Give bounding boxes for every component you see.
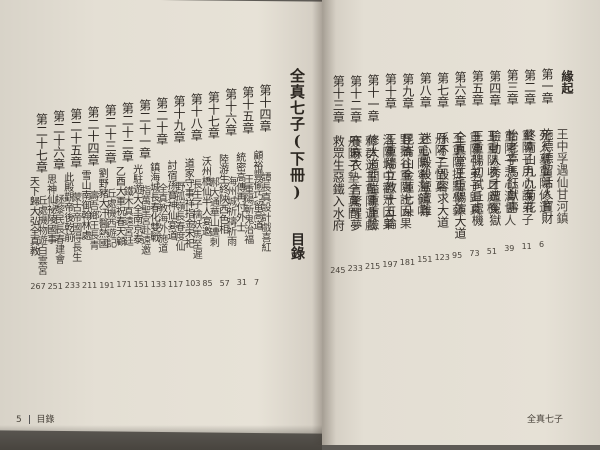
footer-right: 全真七子: [527, 412, 563, 425]
book-title-text: 全真七子: [288, 68, 306, 132]
toc-subtitle: 丹陽子墊全真門: [346, 135, 361, 220]
page-bottom-shadow: [0, 425, 322, 450]
toc-page-number: 233: [347, 264, 363, 274]
toc-chapter: 第三章: [505, 69, 520, 106]
toc-page-number: 191: [99, 280, 115, 290]
toc-chapter: 第九章: [400, 72, 415, 109]
toc-chapter: 第二十三章: [103, 103, 118, 164]
toc-page-number: 11: [521, 242, 532, 252]
toc-chapter: 第二十章: [154, 97, 169, 146]
toc-subtitle: 王重陽寧海鶴鳴: [415, 132, 430, 217]
toc-page-number: 251: [47, 281, 63, 291]
toc-chapter: 第二十四章: [86, 106, 100, 166]
toc-subtitle: 重陽子用心護弟子: [520, 129, 535, 226]
toc-subtitle: 蒙古帝國得長生: [69, 191, 81, 262]
toc-subtitle: 王中孚遇仙甘河鎮: [555, 128, 569, 224]
toc-page-number: 95: [452, 251, 463, 260]
toc-chapter: 第十六章: [223, 88, 238, 137]
book-volume: (下冊): [288, 132, 306, 202]
toc-chapter: 第十五章: [240, 86, 255, 135]
toc-chapter: 第十四章: [258, 84, 272, 132]
toc-page-number: 103: [185, 279, 201, 289]
footer-page-number: 5: [16, 415, 22, 425]
toc-chapter: 第五章: [470, 70, 485, 107]
right-header: 緣起: [560, 70, 574, 94]
toc-chapter: 第七章: [435, 71, 450, 108]
toc-subtitle: 長生子擒妖馬至遲: [190, 179, 202, 260]
toc-chapter: 第一章: [540, 68, 554, 104]
toc-page-number: 31: [236, 278, 247, 288]
toc-chapter: 第十九章: [172, 95, 186, 143]
toc-subtitle: 重陽子悲心濟世人: [502, 129, 517, 226]
toc-page-number: 51: [486, 246, 497, 256]
toc-subtitle: 郝大通華山遭刺: [207, 177, 219, 248]
toc-page-number: 171: [116, 280, 132, 290]
toc-subtitle: 全真教海外施道: [155, 182, 167, 253]
toc-page-number: 245: [330, 266, 346, 276]
toc-page-number: 57: [219, 278, 230, 288]
toc-chapter: 第二十七章: [34, 112, 49, 173]
toc-subtitle: 海州城祈禱祈雨: [224, 175, 236, 246]
toc-subtitle: 王重陽斬鬼治福: [241, 173, 253, 244]
toc-page-number: 233: [64, 281, 81, 291]
toc-page-number: 85: [202, 278, 213, 288]
toc-page-number: 197: [382, 259, 398, 269]
toc-chapter: 第二十二章: [120, 101, 135, 162]
toc-chapter: 第二十六章: [51, 110, 66, 171]
toc-chapter: 第二十一章: [137, 99, 152, 160]
toc-subtitle: 丘處機物遊白雲宮: [35, 195, 47, 276]
toc-chapter: 第十七章: [206, 90, 221, 139]
toc-page-number: 7: [254, 278, 260, 287]
toc-subtitle: 壽吾鄉王長青: [87, 190, 98, 250]
footer-divider: [28, 415, 30, 424]
footer-left: 5 目錄: [16, 412, 55, 425]
toc-page-number: 6: [539, 240, 545, 249]
toc-subtitle: 王重陽提點學藝: [450, 131, 465, 216]
toc-page-number: 133: [150, 279, 167, 289]
toc-chapter: 第二十五章: [68, 108, 83, 169]
toc-subtitle: 死人墓重陽修道: [537, 128, 552, 213]
footer-left-label: 目錄: [36, 415, 55, 425]
toc-page-number: 123: [434, 253, 450, 263]
toc-page-number: 39: [504, 244, 515, 254]
toc-chapter: 第十章: [383, 73, 398, 110]
toc-subtitle: 丹陽子悟真: [433, 132, 448, 193]
toc-chapter: 第四章: [487, 69, 502, 106]
book-title: 全真七子(下冊): [287, 68, 308, 202]
toc-page-number: 73: [469, 248, 480, 258]
toc-chapter: 第十一章: [366, 74, 380, 122]
toc-subtitle: 丘處機西遊記: [104, 188, 116, 249]
toc-title: 救眾生惡鐵入水府: [331, 135, 346, 232]
toc-chapter: 第十八章: [189, 92, 204, 141]
toc-subtitle: 指萬聖宮赴遠邀: [138, 184, 150, 255]
toc-page-number: 151: [133, 280, 149, 290]
toc-chapter: 第十二章: [348, 74, 363, 123]
toc-chapter: 第六章: [453, 71, 467, 107]
toc-subtitle: 譚長真設計戲喜紅: [259, 172, 270, 252]
toc-chapter: 第二章: [522, 68, 537, 105]
book-spread: 緣起 第一章 施德德留活人寶財 6 第二章 終南山九九菊花 11 第三章 怡老亭馬鈺獻壽 39 第…: [0, 0, 600, 450]
toc-page-number: 211: [82, 281, 98, 290]
toc-subtitle: 重陽引弟子歸真: [468, 131, 482, 215]
toc-page-number: 181: [399, 257, 416, 267]
toc-subtitle: 洛陽城中觀眾因果: [381, 134, 395, 230]
toc-chapter: 第十三章: [331, 75, 346, 124]
toc-page-number: 215: [365, 262, 381, 271]
toc-label: 目錄: [289, 232, 305, 260]
toc-subtitle: 野孤嶺長春度仙: [173, 181, 184, 251]
toc-page-number: 117: [168, 279, 184, 289]
toc-subtitle: 釋群迷王重陽遊戲: [363, 134, 378, 231]
toc-page-number: 151: [417, 255, 433, 265]
toc-subtitle: 王重陽收丘處機: [485, 130, 500, 215]
footer-right-label: 全真七子: [527, 415, 564, 425]
toc-chapter: 第八章: [418, 72, 433, 109]
toc-subtitle: 鐵木真遠宮廷: [121, 186, 133, 247]
toc-subtitle: 野鵝谷重陽說因果: [398, 133, 413, 230]
toc-page-number: 267: [30, 281, 46, 291]
toc-subtitle: 拯黎民長春建會: [52, 193, 64, 264]
